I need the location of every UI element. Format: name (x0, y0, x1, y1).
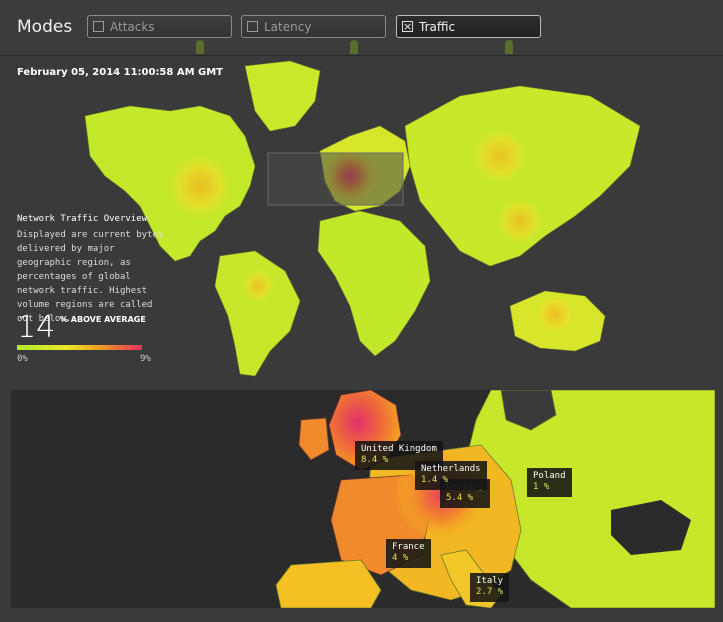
traffic-checkbox[interactable]: × (402, 21, 413, 32)
info-title: Network Traffic Overview (17, 214, 148, 224)
callout-name: Poland (533, 471, 566, 481)
callout-netherlands[interactable]: Netherlands 1.4 % (415, 461, 487, 490)
hotspot-russia (470, 126, 530, 186)
callout-name: Italy (476, 576, 504, 586)
zoom-selection-box (267, 152, 404, 206)
callout-poland[interactable]: Poland 1 % (527, 468, 572, 497)
greenland (244, 60, 321, 132)
europe-zoom-panel[interactable]: United Kingdom 8.4 % Germany 5.4 % Nethe… (11, 390, 715, 608)
legend-gradient (17, 345, 142, 350)
callout-value: 1 % (533, 482, 550, 492)
hotspot-china (495, 196, 545, 246)
legend-max: 9% (140, 354, 151, 364)
hotspot-brazil (240, 268, 276, 304)
stat-value: 14 (17, 310, 56, 345)
stat-label: % ABOVE AVERAGE (60, 315, 146, 324)
europe-zoom-map (11, 390, 715, 608)
bottom-strip (0, 608, 723, 622)
callout-italy[interactable]: Italy 2.7 % (470, 573, 510, 602)
legend-min: 0% (17, 354, 28, 364)
callout-name: Netherlands (421, 464, 481, 474)
callout-value: 1.4 % (421, 475, 449, 485)
mode-latency-label: Latency (264, 19, 312, 34)
mode-attacks-label: Attacks (110, 19, 155, 34)
mode-attacks-button[interactable]: Attacks (87, 15, 232, 38)
mode-latency-button[interactable]: Latency (241, 15, 386, 38)
drag-handle[interactable] (505, 40, 513, 54)
attacks-checkbox[interactable] (93, 21, 104, 32)
latency-checkbox[interactable] (247, 21, 258, 32)
modes-toolbar: Modes Attacks Latency × Traffic (0, 0, 723, 56)
callout-value: 5.4 % (446, 493, 474, 503)
callout-value: 2.7 % (476, 587, 504, 597)
hotspot-us (165, 151, 235, 221)
modes-title: Modes (17, 17, 73, 37)
callout-france[interactable]: France 4 % (386, 539, 431, 568)
callout-name: France (392, 542, 425, 552)
callout-name: United Kingdom (361, 444, 437, 454)
callout-value: 4 % (392, 553, 409, 563)
africa (317, 210, 431, 357)
drag-handle[interactable] (350, 40, 358, 54)
mode-traffic-button[interactable]: × Traffic (396, 15, 541, 38)
drag-handle[interactable] (196, 40, 204, 54)
timestamp: February 05, 2014 11:00:58 AM GMT (17, 67, 223, 78)
iberia-shape (275, 559, 382, 608)
mode-traffic-label: Traffic (419, 19, 456, 34)
hotspot-australia (533, 292, 577, 336)
